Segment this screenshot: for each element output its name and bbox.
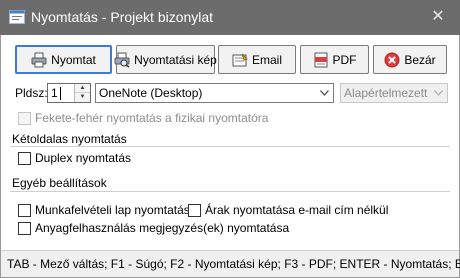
print-preview-icon xyxy=(114,52,130,68)
pdf-button-label: PDF xyxy=(332,52,357,67)
close-icon: ✕ xyxy=(431,8,445,25)
other-settings-title: Egyéb beállítások xyxy=(12,176,107,190)
print-button[interactable]: Nyomtat xyxy=(15,45,112,74)
group-divider xyxy=(10,191,450,192)
copies-label: Pldsz: xyxy=(15,86,48,100)
worksheet-checkbox[interactable] xyxy=(18,204,31,217)
print-preview-button-label: Nyomtatási kép xyxy=(134,52,217,67)
print-button-label: Nyomtat xyxy=(51,52,96,67)
materials-checkbox[interactable] xyxy=(18,222,31,235)
close-button-label: Bezár xyxy=(404,52,436,67)
chevron-down-icon xyxy=(434,90,443,96)
materials-label: Anyagfelhasználás megjegyzés(ek) nyomtat… xyxy=(35,221,290,235)
text-caret xyxy=(60,87,61,100)
copies-stepper[interactable]: 1 ▲ ▼ xyxy=(47,83,91,103)
duplex-group-title: Kétoldalas nyomtatás xyxy=(12,132,127,146)
group-divider xyxy=(10,146,450,147)
email-icon xyxy=(232,53,248,66)
stepper-up-button[interactable]: ▲ xyxy=(75,84,90,93)
email-button-label: Email xyxy=(251,52,282,67)
pdf-icon xyxy=(314,52,327,67)
prices-checkbox[interactable] xyxy=(188,204,201,217)
paper-tray-value: Alapértelmezett xyxy=(344,86,428,100)
printer-select-value: OneNote (Desktop) xyxy=(99,86,203,100)
copies-value: 1 xyxy=(51,86,58,100)
window-title: Nyomtatás - Projekt bizonylat xyxy=(31,9,214,25)
prices-label: Árak nyomtatása e-mail cím nélkül xyxy=(205,203,389,217)
window-close-button[interactable]: ✕ xyxy=(424,6,452,28)
print-preview-button[interactable]: Nyomtatási kép xyxy=(114,45,217,74)
printer-select[interactable]: OneNote (Desktop) xyxy=(95,83,334,103)
pdf-button[interactable]: PDF xyxy=(300,45,369,74)
chevron-down-icon xyxy=(320,90,329,96)
stepper-buttons: ▲ ▼ xyxy=(74,84,90,102)
email-button[interactable]: Email xyxy=(218,45,296,74)
status-bar: TAB - Mező váltás; F1 - Súgó; F2 - Nyomt… xyxy=(1,250,460,277)
close-button[interactable]: Bezár xyxy=(373,45,447,74)
shortcut-hints: TAB - Mező váltás; F1 - Súgó; F2 - Nyomt… xyxy=(7,257,460,271)
app-icon xyxy=(9,10,25,24)
bw-print-label: Fekete-fehér nyomtatás a fizikai nyomtat… xyxy=(35,111,269,125)
duplex-checkbox[interactable] xyxy=(18,152,31,165)
paper-tray-select[interactable]: Alapértelmezett xyxy=(340,83,448,103)
printer-icon xyxy=(31,52,47,67)
close-icon xyxy=(384,52,400,67)
duplex-label: Duplex nyomtatás xyxy=(35,151,132,165)
worksheet-label: Munkafelvételi lap nyomtatása xyxy=(35,203,197,217)
title-bar: Nyomtatás - Projekt bizonylat ✕ xyxy=(0,0,460,35)
bw-print-checkbox[interactable] xyxy=(18,112,31,125)
stepper-down-button[interactable]: ▼ xyxy=(75,93,90,102)
